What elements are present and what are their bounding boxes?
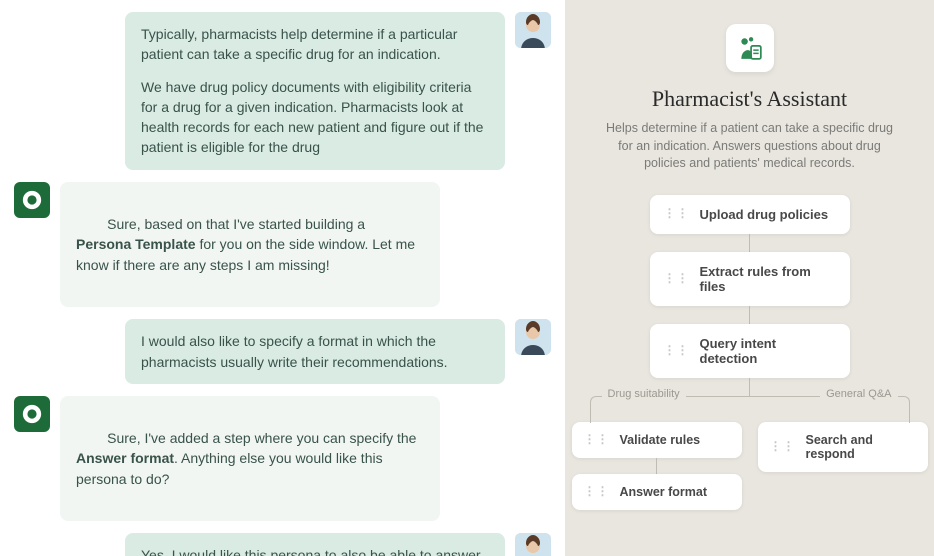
drag-handle-icon[interactable]: ⋮⋮	[770, 443, 796, 450]
branch-label-left: Drug suitability	[602, 388, 686, 400]
flow-step-answer-format[interactable]: ⋮⋮ Answer format	[572, 474, 742, 510]
step-label: Search and respond	[806, 433, 916, 461]
persona-icon	[726, 24, 774, 72]
chat-message-bot: Sure, I've added a step where you can sp…	[14, 396, 551, 521]
pharmacist-icon	[737, 35, 763, 61]
message-text: Typically, pharmacists help determine if…	[141, 24, 489, 65]
chat-message-user: I would also like to specify a format in…	[14, 319, 551, 384]
flow-connector	[749, 234, 750, 252]
step-label: Validate rules	[620, 433, 701, 447]
chat-pane: Typically, pharmacists help determine if…	[0, 0, 565, 556]
branch-label-right: General Q&A	[820, 388, 897, 400]
persona-title: Pharmacist's Assistant	[652, 86, 847, 112]
step-label: Answer format	[620, 485, 708, 499]
message-text: Sure, I've added a step where you can sp…	[76, 408, 424, 509]
branch-left-column: ⋮⋮ Validate rules ⋮⋮ Answer format	[572, 422, 742, 510]
bot-avatar	[14, 396, 50, 432]
chat-message-user: Yes, I would like this persona to also b…	[14, 533, 551, 556]
step-label: Extract rules from files	[700, 264, 836, 294]
bot-avatar	[14, 182, 50, 218]
user-avatar	[515, 12, 551, 48]
drag-handle-icon[interactable]: ⋮⋮	[584, 436, 610, 443]
flow-step-extract[interactable]: ⋮⋮ Extract rules from files	[650, 252, 850, 306]
message-bubble: Sure, I've added a step where you can sp…	[60, 396, 440, 521]
flow-step-validate[interactable]: ⋮⋮ Validate rules	[572, 422, 742, 458]
drag-handle-icon[interactable]: ⋮⋮	[664, 210, 690, 217]
persona-side-panel: Pharmacist's Assistant Helps determine i…	[565, 0, 934, 556]
branch-labels: Drug suitability General Q&A	[590, 388, 910, 400]
persona-description: Helps determine if a patient can take a …	[600, 120, 900, 173]
drag-handle-icon[interactable]: ⋮⋮	[584, 488, 610, 495]
step-label: Upload drug policies	[700, 207, 829, 222]
flow-step-query-intent[interactable]: ⋮⋮ Query intent detection	[650, 324, 850, 378]
message-text: Sure, based on that I've started buildin…	[76, 194, 424, 295]
message-text: Yes, I would like this persona to also b…	[141, 545, 489, 556]
message-text: We have drug policy documents with eligi…	[141, 77, 489, 158]
persona-flow: ⋮⋮ Upload drug policies ⋮⋮ Extract rules…	[585, 195, 914, 510]
branch-right-column: ⋮⋮ Search and respond	[758, 422, 928, 510]
chat-message-user: Typically, pharmacists help determine if…	[14, 12, 551, 170]
message-bubble: Typically, pharmacists help determine if…	[125, 12, 505, 170]
message-bubble: I would also like to specify a format in…	[125, 319, 505, 384]
user-avatar	[515, 533, 551, 556]
step-label: Query intent detection	[700, 336, 836, 366]
chat-message-bot: Sure, based on that I've started buildin…	[14, 182, 551, 307]
flow-step-upload[interactable]: ⋮⋮ Upload drug policies	[650, 195, 850, 234]
flow-connector	[656, 458, 657, 474]
user-avatar	[515, 319, 551, 355]
message-bubble: Sure, based on that I've started buildin…	[60, 182, 440, 307]
flow-connector	[749, 306, 750, 324]
message-bubble: Yes, I would like this persona to also b…	[125, 533, 505, 556]
drag-handle-icon[interactable]: ⋮⋮	[664, 347, 690, 354]
flow-step-search-respond[interactable]: ⋮⋮ Search and respond	[758, 422, 928, 472]
message-text: I would also like to specify a format in…	[141, 331, 489, 372]
drag-handle-icon[interactable]: ⋮⋮	[664, 275, 690, 282]
flow-branch: Drug suitability General Q&A ⋮⋮ Validate…	[585, 396, 914, 510]
